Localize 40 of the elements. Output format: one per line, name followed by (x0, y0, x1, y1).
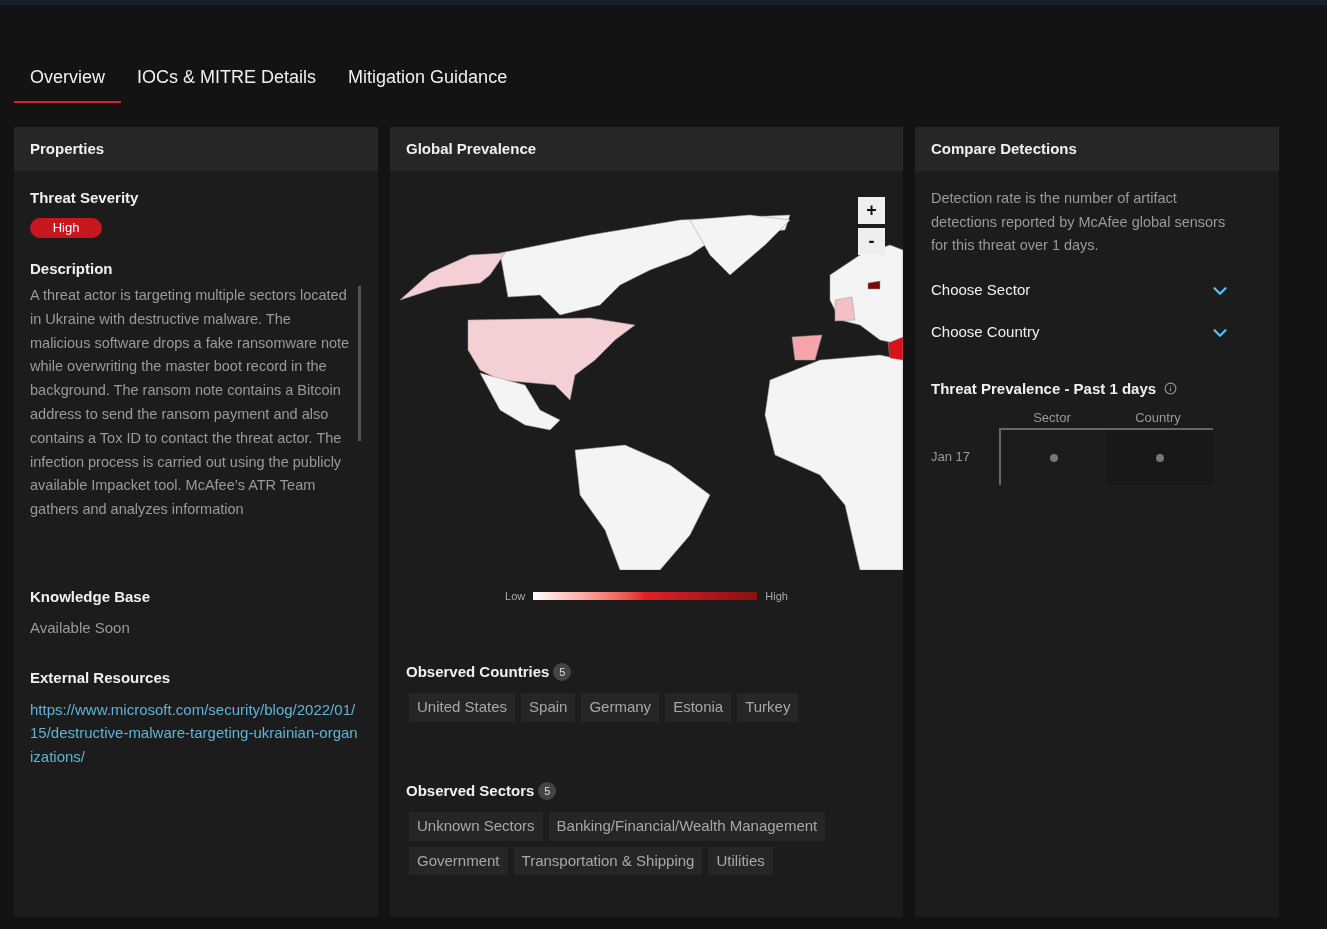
chart-title: Threat Prevalence - Past 1 days (931, 378, 1157, 399)
zoom-in-button[interactable]: + (858, 197, 885, 224)
count-badge: 5 (553, 662, 572, 681)
tag: Germany (581, 693, 660, 722)
column-label: Country (1135, 409, 1181, 427)
tag: Spain (521, 693, 576, 722)
tab[interactable]: IOCs & MITRE Details (121, 54, 333, 103)
panel-title: Compare Detections (931, 138, 1077, 159)
zoom-out-button[interactable]: - (858, 228, 885, 255)
section-label: External Resources (30, 668, 172, 688)
knowledge-value: Available Soon (30, 617, 131, 638)
tag: Estonia (665, 693, 732, 722)
tag: Banking/Financial/Wealth Management (548, 812, 826, 841)
section-label: Description (30, 258, 114, 279)
description-text: A threat actor is targeting multiple sectors located in Ukraine with destructive malware. The malicious software drops a fake ransomware note while overwriting the master boot record in the background. The ransom note contains a Bitcoin address to send the ransom payment and also contains a Tox ID to contact the threat actor. The infection process is carried out using the publicly available Impacket tool. McAfee’s ATR Team gathers and analyzes information (30, 286, 350, 520)
panel-title: Properties (30, 138, 105, 159)
section-label: Observed Countries (406, 661, 550, 682)
row-label: Jan 17 (931, 447, 971, 466)
tag: Government (409, 846, 508, 875)
tab[interactable]: Overview (14, 54, 121, 103)
section-label: Knowledge Base (30, 587, 152, 607)
severity-badge: High (30, 217, 102, 238)
tag: Turkey (737, 693, 799, 722)
tab[interactable]: Mitigation Guidance (332, 54, 524, 103)
dropdown[interactable]: Choose Country (931, 319, 1263, 346)
section-label: Observed Sectors (406, 780, 535, 801)
count-badge: 5 (538, 781, 557, 800)
dropdown[interactable]: Choose Sector (931, 277, 1263, 304)
tag: Transportation & Shipping (513, 846, 703, 875)
tag: United States (409, 693, 516, 722)
column-label: Sector (1033, 409, 1071, 427)
resource-link[interactable]: https://www.microsoft.com/security/blog/2022/01/15/destructive-malware-targeting-ukrainian-organizations/ (30, 697, 362, 768)
legend-label: High (765, 589, 788, 604)
panel-title: Global Prevalence (406, 138, 537, 159)
detection-note: Detection rate is the number of artifact detections reported by McAfee global sensors for this threat over 1 days. (931, 189, 1227, 255)
tag: Utilities (708, 846, 773, 875)
tag: Unknown Sectors (409, 812, 543, 841)
legend-label: Low (505, 589, 526, 604)
section-label: Threat Severity (30, 188, 140, 208)
info-icon (1164, 382, 1178, 396)
